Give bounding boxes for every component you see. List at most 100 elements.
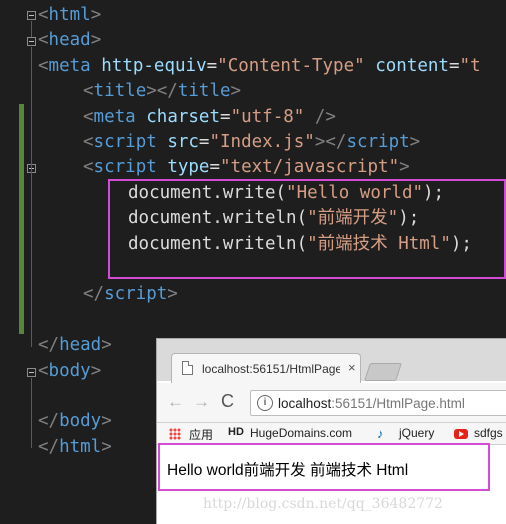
code-token: > — [399, 157, 410, 178]
code-token: < — [83, 157, 94, 178]
code-token: < — [38, 30, 49, 51]
modified-lines-indicator — [19, 104, 24, 334]
fold-toggle-head[interactable] — [27, 37, 36, 46]
code-token: charset — [146, 106, 221, 127]
code-token: = — [209, 157, 221, 178]
code-token: body — [59, 411, 102, 432]
code-token: ></ — [314, 132, 347, 152]
code-line[interactable]: </html> — [38, 435, 112, 460]
browser-window: localhost:56151/HtmlPage × ← → C i local… — [156, 338, 506, 524]
code-token: head — [59, 335, 102, 356]
code-line[interactable]: <script type="text/javascript"> — [83, 155, 410, 180]
code-line[interactable]: </body> — [38, 409, 112, 434]
bookmark-sdfgs[interactable]: sdfgs — [474, 426, 503, 440]
jquery-icon: ♪ — [377, 426, 384, 441]
code-token: </ — [38, 436, 60, 457]
code-token: > — [230, 81, 242, 102]
code-line[interactable]: <meta charset="utf-8" /> — [83, 105, 336, 130]
info-icon[interactable]: i — [257, 395, 273, 411]
code-token: = — [220, 106, 231, 127]
code-token: "Content-Type" — [217, 55, 365, 76]
url-host: localhost — [278, 396, 332, 411]
code-token: "utf-8" — [230, 106, 305, 127]
reload-icon[interactable]: C — [221, 391, 234, 412]
code-token: > — [90, 30, 102, 51]
code-line[interactable]: <html> — [38, 3, 101, 28]
fold-guide — [31, 47, 32, 347]
code-line[interactable]: </head> — [38, 333, 112, 358]
code-token: < — [38, 360, 49, 381]
code-line[interactable]: <meta http-equiv="Content-Type" content=… — [38, 54, 481, 79]
code-token: /> — [314, 106, 336, 127]
code-token: head — [48, 30, 91, 51]
code-token: ></ — [146, 81, 178, 102]
url-path: :56151/HtmlPage.html — [331, 396, 465, 411]
code-token: > — [90, 5, 102, 25]
bookmarks-bar: 应用 HD HugeDomains.com ♪ jQuery sdfgs — [157, 423, 506, 445]
code-token: "t — [459, 55, 481, 76]
browser-tab[interactable]: localhost:56151/HtmlPage × — [171, 353, 361, 383]
code-token: > — [409, 132, 421, 152]
code-token: > — [101, 335, 112, 356]
code-token: = — [198, 132, 210, 152]
code-token: title — [93, 81, 147, 102]
code-token: body — [48, 360, 91, 381]
browser-toolbar: ← → C i localhost:56151/HtmlPage.html — [157, 383, 506, 423]
code-token: < — [83, 81, 94, 102]
output-highlight-box — [158, 443, 490, 491]
code-token: meta — [93, 106, 136, 127]
code-token: < — [83, 106, 94, 127]
code-line[interactable]: </script> — [83, 282, 178, 307]
code-token: "text/javascript" — [220, 157, 400, 178]
code-line[interactable]: <script src="Index.js"></script> — [83, 130, 420, 155]
code-line[interactable]: <title></title> — [83, 79, 241, 104]
fold-toggle-html[interactable] — [27, 11, 36, 20]
code-token: http-equiv — [101, 55, 207, 76]
code-highlight-box — [108, 179, 506, 279]
bookmark-hugedomains[interactable]: HugeDomains.com — [250, 426, 352, 440]
tab-title: localhost:56151/HtmlPage — [202, 362, 340, 376]
code-token: html — [48, 5, 91, 25]
code-token: </ — [38, 411, 60, 432]
code-token: type — [167, 157, 210, 178]
code-token: script — [93, 157, 157, 178]
code-token: = — [206, 55, 218, 76]
fold-guide — [31, 21, 32, 37]
new-tab-button[interactable] — [364, 363, 402, 381]
fold-toggle-body[interactable] — [27, 368, 36, 377]
apps-grid-icon[interactable] — [169, 428, 181, 440]
close-tab-icon[interactable]: × — [348, 360, 356, 375]
code-token: content — [375, 55, 449, 76]
code-token: script — [104, 284, 168, 305]
address-bar[interactable]: i localhost:56151/HtmlPage.html — [250, 390, 506, 416]
code-token: </ — [38, 335, 60, 356]
fold-guide — [31, 378, 32, 448]
code-line[interactable]: <head> — [38, 28, 101, 53]
url-text[interactable]: localhost:56151/HtmlPage.html — [278, 396, 465, 411]
code-token: > — [167, 284, 178, 305]
code-token: > — [90, 360, 102, 381]
code-token: "Index.js" — [209, 132, 315, 152]
code-token: meta — [48, 55, 91, 76]
bookmark-jquery[interactable]: jQuery — [399, 426, 434, 440]
code-token: > — [101, 436, 112, 457]
code-token: > — [101, 411, 112, 432]
forward-arrow-icon[interactable]: → — [193, 392, 210, 412]
code-token: < — [83, 132, 94, 152]
page-icon — [182, 361, 193, 375]
tab-strip: localhost:56151/HtmlPage × — [157, 339, 506, 383]
bookmark-apps[interactable]: 应用 — [189, 426, 213, 443]
code-token: < — [38, 55, 49, 76]
hugedomains-icon: HD — [228, 426, 244, 438]
watermark-text: http://blog.csdn.net/qq_36482772 — [203, 496, 443, 512]
code-line[interactable]: <body> — [38, 359, 101, 384]
code-token: title — [177, 81, 231, 102]
code-token: < — [38, 5, 49, 25]
back-arrow-icon[interactable]: ← — [167, 392, 184, 412]
